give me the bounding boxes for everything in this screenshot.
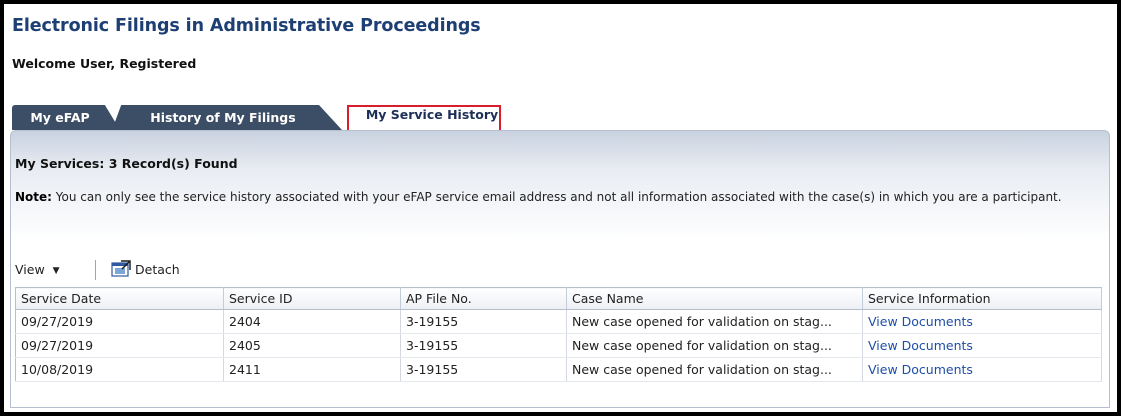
column-header-case-name[interactable]: Case Name [566,287,863,310]
chevron-down-icon: ▼ [52,266,60,276]
case-name-cell: New case opened for validation on stag..… [566,333,863,358]
service-information-cell: View Documents [862,309,1102,334]
table-header-row: Service Date Service ID AP File No. Case… [15,287,1102,310]
tab-label: History of My Filings [150,110,296,125]
tab-bar: My eFAP History of My Filings My Service… [8,101,1108,131]
ap-file-no-cell: 3-19155 [400,333,567,358]
welcome-message: Welcome User, Registered [12,56,197,71]
service-information-cell: View Documents [862,357,1102,382]
service-history-panel: My Services: 3 Record(s) Found Note: You… [10,130,1110,408]
tab-my-efap[interactable]: My eFAP [12,105,120,130]
service-date-cell: 09/27/2019 [15,309,224,334]
service-id-cell: 2411 [223,357,401,382]
tab-label: My eFAP [30,110,90,125]
view-documents-link[interactable]: View Documents [868,314,973,329]
column-header-ap-file-no[interactable]: AP File No. [400,287,567,310]
case-name-cell: New case opened for validation on stag..… [566,309,863,334]
detach-button[interactable]: Detach [111,260,180,281]
ap-file-no-cell: 3-19155 [400,357,567,382]
records-found-heading: My Services: 3 Record(s) Found [15,156,238,171]
service-date-cell: 09/27/2019 [15,333,224,358]
note-label: Note: [15,190,52,204]
case-name-cell: New case opened for validation on stag..… [566,357,863,382]
tab-label: My Service History [365,107,499,122]
view-documents-link[interactable]: View Documents [868,362,973,377]
note-body: You can only see the service history ass… [51,190,1062,204]
column-header-service-date[interactable]: Service Date [15,287,224,310]
service-date-cell: 10/08/2019 [15,357,224,382]
view-menu-label: View [15,262,45,277]
page-title: Electronic Filings in Administrative Pro… [12,16,481,36]
column-header-service-id[interactable]: Service ID [223,287,401,310]
table-row[interactable]: 09/27/2019 2404 3-19155 New case opened … [15,309,1102,334]
detach-window-icon [111,260,131,281]
detach-label: Detach [135,262,180,277]
column-header-service-information[interactable]: Service Information [862,287,1102,310]
service-information-cell: View Documents [862,333,1102,358]
service-id-cell: 2405 [223,333,401,358]
tab-history-of-my-filings[interactable]: History of My Filings [112,105,342,130]
app-frame: Electronic Filings in Administrative Pro… [4,4,1117,412]
table-row[interactable]: 09/27/2019 2405 3-19155 New case opened … [15,333,1102,358]
note-text: Note: You can only see the service histo… [15,189,1105,206]
tab-my-service-history[interactable]: My Service History [352,101,548,130]
service-history-table: Service Date Service ID AP File No. Case… [15,287,1102,382]
ap-file-no-cell: 3-19155 [400,309,567,334]
table-row[interactable]: 10/08/2019 2411 3-19155 New case opened … [15,357,1102,382]
view-menu-button[interactable]: View ▼ [15,262,85,277]
view-documents-link[interactable]: View Documents [868,338,973,353]
toolbar-separator [95,260,96,280]
service-id-cell: 2404 [223,309,401,334]
